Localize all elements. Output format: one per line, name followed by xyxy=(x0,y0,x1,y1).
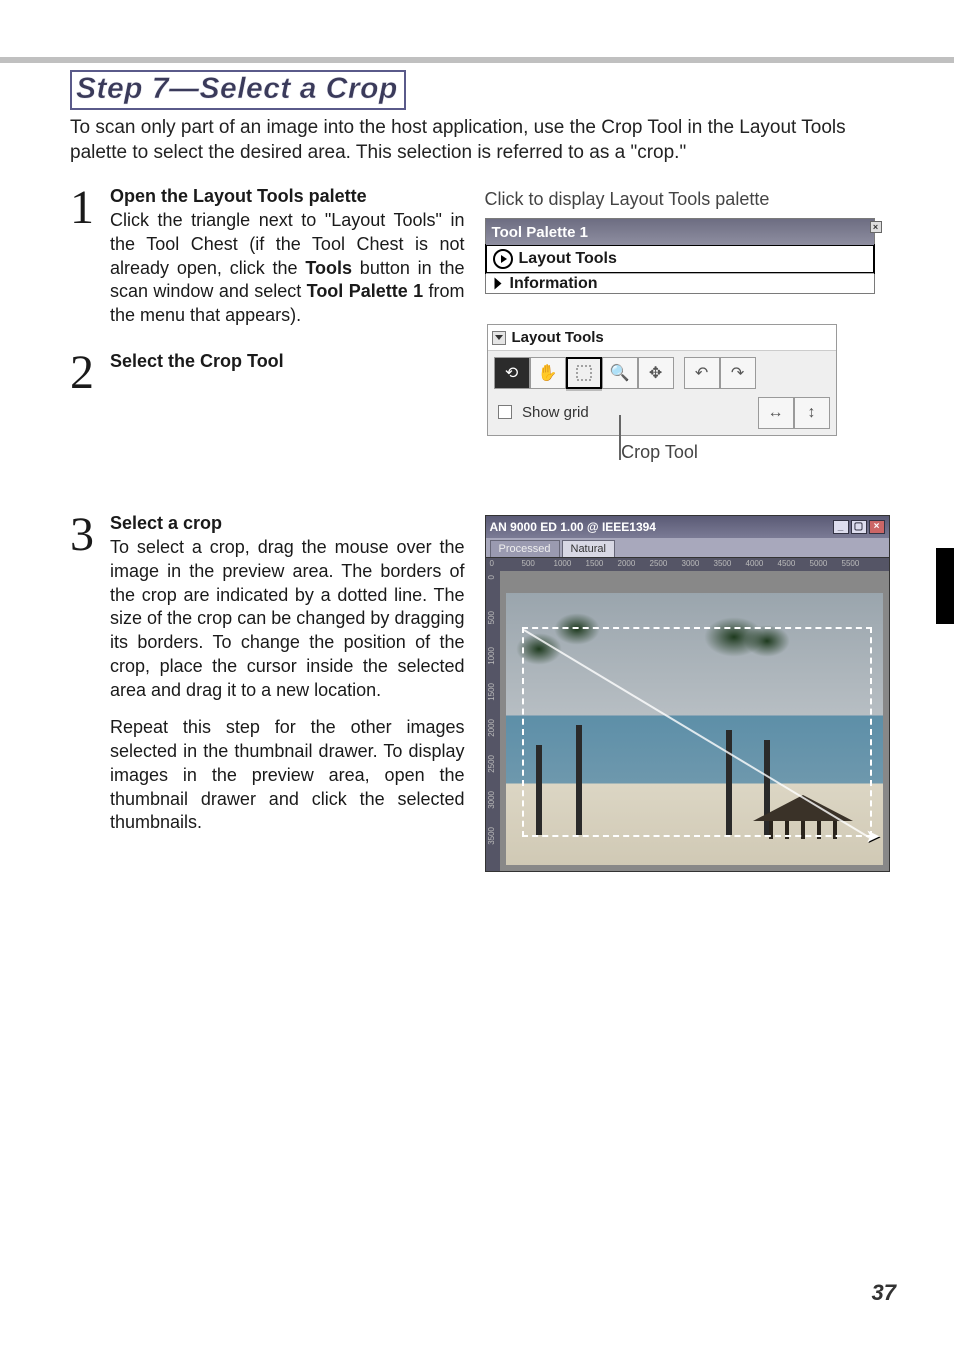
crop-tool-button[interactable] xyxy=(566,357,602,389)
caption-layout-tools: Click to display Layout Tools palette xyxy=(485,189,894,210)
show-grid-label: Show grid xyxy=(522,404,589,421)
ruler-tick: 3000 xyxy=(682,559,700,568)
tab-natural[interactable]: Natural xyxy=(562,540,615,557)
step-3-head: Select a crop xyxy=(110,513,222,533)
step-1-tools-word: Tools xyxy=(305,258,352,278)
figures-column: Click to display Layout Tools palette To… xyxy=(485,185,894,872)
preview-tabs: Processed Natural xyxy=(486,538,889,557)
layout-tools-panel: Layout Tools ⟲ ✋ 🔍 ✥ ↶ ↷ xyxy=(487,324,837,436)
hand-tool-button[interactable]: ✋ xyxy=(530,357,566,389)
chevron-down-icon[interactable] xyxy=(492,331,506,345)
maximize-button[interactable]: ▢ xyxy=(851,520,867,534)
ruler-tick: 2500 xyxy=(487,755,496,773)
ruler-tick: 4500 xyxy=(778,559,796,568)
layout-tools-panel-title: Layout Tools xyxy=(512,329,604,346)
zoom-tool-button[interactable]: 🔍 xyxy=(602,357,638,389)
preview-window: AN 9000 ED 1.00 @ IEEE1394 _ ▢ × Process… xyxy=(485,515,890,872)
ruler-tick: 1500 xyxy=(586,559,604,568)
layout-tools-toolbar: ⟲ ✋ 🔍 ✥ ↶ ↷ xyxy=(488,351,836,389)
ruler-tick: 2000 xyxy=(618,559,636,568)
ruler-horizontal: 0 500 1000 1500 2000 2500 3000 3500 4000… xyxy=(486,557,889,571)
cursor-icon: ➤ xyxy=(865,826,880,847)
ruler-tick: 500 xyxy=(522,559,535,568)
triangle-icon xyxy=(494,278,501,290)
intro-text: To scan only part of an image into the h… xyxy=(70,116,894,165)
ruler-tick: 0 xyxy=(490,559,494,568)
tool-palette-panel: Tool Palette 1 × Layout Tools Informatio… xyxy=(485,218,875,294)
step-3: 3 Select a crop To select a crop, drag t… xyxy=(70,512,465,835)
ruler-tick: 3000 xyxy=(487,791,496,809)
flip-horizontal-button[interactable]: ↔ xyxy=(758,397,794,429)
step-2-head: Select the Crop Tool xyxy=(110,351,284,371)
layout-tools-row[interactable]: Layout Tools xyxy=(485,244,875,274)
rotate-right-button[interactable]: ↷ xyxy=(720,357,756,389)
focus-tool-button[interactable]: ✥ xyxy=(638,357,674,389)
crop-icon xyxy=(574,363,594,383)
step-2-number: 2 xyxy=(70,350,110,392)
step-1-head: Open the Layout Tools palette xyxy=(110,186,367,206)
steps-column: 1 Open the Layout Tools palette Click th… xyxy=(70,185,465,872)
ruler-tick: 1000 xyxy=(487,647,496,665)
flip-vertical-button[interactable]: ↕ xyxy=(794,397,830,429)
ruler-tick: 4000 xyxy=(746,559,764,568)
page-number: 37 xyxy=(872,1280,896,1306)
step-1: 1 Open the Layout Tools palette Click th… xyxy=(70,185,465,328)
ruler-tick: 2500 xyxy=(650,559,668,568)
ruler-tick: 500 xyxy=(487,611,496,624)
ruler-tick: 0 xyxy=(487,575,496,579)
ruler-tick: 2000 xyxy=(487,719,496,737)
rotate-left-button[interactable]: ↶ xyxy=(684,357,720,389)
close-button[interactable]: × xyxy=(869,520,885,534)
layout-tools-header[interactable]: Layout Tools xyxy=(488,325,836,351)
ruler-tick: 3500 xyxy=(487,827,496,845)
ruler-tick: 5500 xyxy=(842,559,860,568)
ruler-tick: 1000 xyxy=(554,559,572,568)
play-circle-icon xyxy=(493,249,513,269)
preview-titlebar[interactable]: AN 9000 ED 1.00 @ IEEE1394 _ ▢ × xyxy=(486,516,889,538)
preview-canvas[interactable]: ➤ xyxy=(500,571,889,871)
tab-processed[interactable]: Processed xyxy=(490,540,560,557)
step-3-text-b: Repeat this step for the other images se… xyxy=(110,716,465,835)
show-grid-checkbox[interactable]: Show grid xyxy=(498,404,589,422)
ruler-tick: 5000 xyxy=(810,559,828,568)
step-title: Step 7—Select a Crop xyxy=(70,70,406,110)
step-2: 2 Select the Crop Tool xyxy=(70,350,465,392)
step-1-toolpalette-word: Tool Palette 1 xyxy=(307,281,423,301)
caption-crop-tool: Crop Tool xyxy=(485,442,835,463)
step-3-text-a: To select a crop, drag the mouse over th… xyxy=(110,537,465,700)
ruler-tick: 3500 xyxy=(714,559,732,568)
minimize-button[interactable]: _ xyxy=(833,520,849,534)
ruler-vertical: 0 500 1000 1500 2000 2500 3000 3500 xyxy=(486,571,500,871)
preview-title: AN 9000 ED 1.00 @ IEEE1394 xyxy=(490,520,656,534)
checkbox-icon xyxy=(498,405,512,419)
connector-line xyxy=(619,415,621,460)
ruler-tick: 1500 xyxy=(487,683,496,701)
thumb-tab xyxy=(936,548,954,624)
layout-tools-label: Layout Tools xyxy=(519,250,617,268)
step-3-number: 3 xyxy=(70,512,110,835)
close-icon[interactable]: × xyxy=(870,221,882,233)
information-row[interactable]: Information xyxy=(486,273,874,293)
step-1-number: 1 xyxy=(70,185,110,328)
rotate-tool-button[interactable]: ⟲ xyxy=(494,357,530,389)
tool-palette-titlebar[interactable]: Tool Palette 1 × xyxy=(486,219,874,245)
tool-palette-title: Tool Palette 1 xyxy=(492,224,588,241)
top-rule xyxy=(0,57,954,63)
information-label: Information xyxy=(510,275,598,293)
